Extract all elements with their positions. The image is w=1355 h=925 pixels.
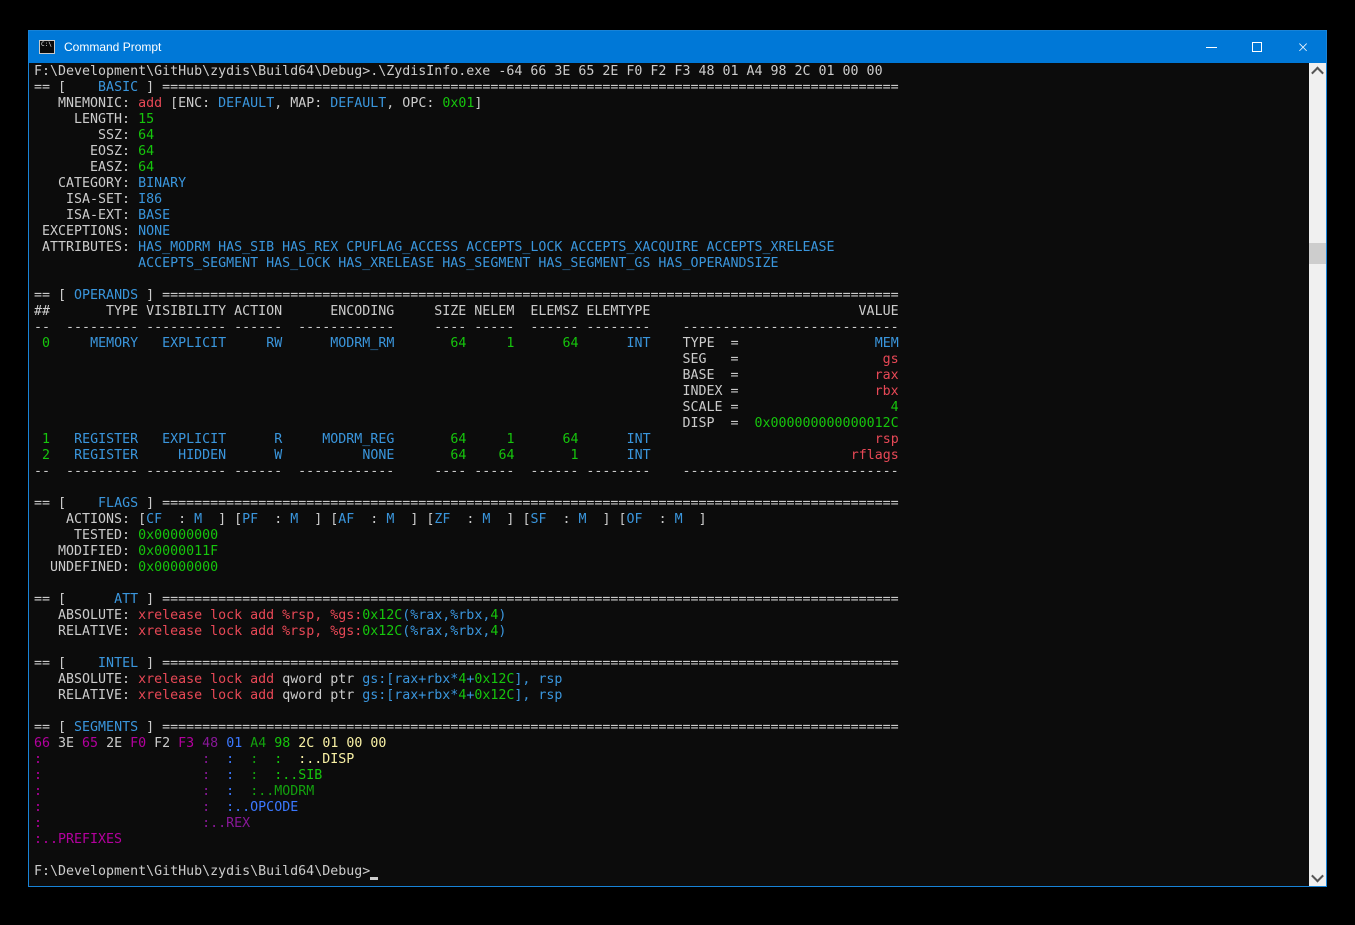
console-lines: F:\Development\GitHub\zydis\Build64\Debu… <box>34 64 1306 880</box>
maximize-button[interactable] <box>1234 31 1280 63</box>
console-line: 0 MEMORY EXPLICIT RW MODRM_RM 64 1 64 IN… <box>34 336 1306 352</box>
console-line <box>34 640 1306 656</box>
cmd-icon <box>39 40 55 54</box>
scroll-down-button[interactable] <box>1309 869 1326 886</box>
chevron-down-icon <box>1311 870 1324 883</box>
console-line: SCALE = 4 <box>34 400 1306 416</box>
command-prompt-window: Command Prompt × F:\Development\GitHub\z… <box>28 30 1327 887</box>
console-line: ISA-SET: I86 <box>34 192 1306 208</box>
console-line: -- --------- ---------- ------ ---------… <box>34 320 1306 336</box>
scroll-thumb[interactable] <box>1309 243 1326 264</box>
console-line: :..PREFIXES <box>34 832 1306 848</box>
console-line: : : : : :..SIB <box>34 768 1306 784</box>
console-line: ABSOLUTE: xrelease lock add qword ptr gs… <box>34 672 1306 688</box>
console-line: ## TYPE VISIBILITY ACTION ENCODING SIZE … <box>34 304 1306 320</box>
console-line: MODIFIED: 0x0000011F <box>34 544 1306 560</box>
text-cursor <box>370 867 378 880</box>
title-bar[interactable]: Command Prompt × <box>29 31 1326 63</box>
console-line: EASZ: 64 <box>34 160 1306 176</box>
close-icon: × <box>1297 40 1310 55</box>
console-line: INDEX = rbx <box>34 384 1306 400</box>
console-line: : :..REX <box>34 816 1306 832</box>
console-line: : : :..OPCODE <box>34 800 1306 816</box>
console-line: TESTED: 0x00000000 <box>34 528 1306 544</box>
console-line: ACTIONS: [CF : M ] [PF : M ] [AF : M ] [… <box>34 512 1306 528</box>
console-line <box>34 848 1306 864</box>
window-title: Command Prompt <box>64 40 1188 54</box>
minimize-button[interactable] <box>1188 31 1234 63</box>
console-line: ISA-EXT: BASE <box>34 208 1306 224</box>
console-line: == [ BASIC ] ===========================… <box>34 80 1306 96</box>
console-line: 2 REGISTER HIDDEN W NONE 64 64 1 INT rfl… <box>34 448 1306 464</box>
console-line: ATTRIBUTES: HAS_MODRM HAS_SIB HAS_REX CP… <box>34 240 1306 256</box>
console-line: -- --------- ---------- ------ ---------… <box>34 464 1306 480</box>
console-line: BASE = rax <box>34 368 1306 384</box>
console-line: DISP = 0x000000000000012C <box>34 416 1306 432</box>
console-line: == [ ATT ] =============================… <box>34 592 1306 608</box>
console-line: F:\Development\GitHub\zydis\Build64\Debu… <box>34 864 1306 880</box>
console-line: SSZ: 64 <box>34 128 1306 144</box>
console-line <box>34 704 1306 720</box>
console-line: CATEGORY: BINARY <box>34 176 1306 192</box>
console-line: EOSZ: 64 <box>34 144 1306 160</box>
console-line: == [ FLAGS ] ===========================… <box>34 496 1306 512</box>
console-line: ABSOLUTE: xrelease lock add %rsp, %gs:0x… <box>34 608 1306 624</box>
console-line: 66 3E 65 2E F0 F2 F3 48 01 A4 98 2C 01 0… <box>34 736 1306 752</box>
console-line: == [ OPERANDS ] ========================… <box>34 288 1306 304</box>
console-line <box>34 480 1306 496</box>
console-line: : : : :..MODRM <box>34 784 1306 800</box>
console-line: MNEMONIC: add [ENC: DEFAULT, MAP: DEFAUL… <box>34 96 1306 112</box>
console-line: ACCEPTS_SEGMENT HAS_LOCK HAS_XRELEASE HA… <box>34 256 1306 272</box>
close-button[interactable]: × <box>1280 31 1326 63</box>
console-line <box>34 576 1306 592</box>
maximize-icon <box>1252 42 1262 52</box>
console-line: == [ SEGMENTS ] ========================… <box>34 720 1306 736</box>
minimize-icon <box>1206 47 1217 48</box>
console-line: F:\Development\GitHub\zydis\Build64\Debu… <box>34 64 1306 80</box>
console-line: == [ INTEL ] ===========================… <box>34 656 1306 672</box>
console-line: RELATIVE: xrelease lock add qword ptr gs… <box>34 688 1306 704</box>
console-line: UNDEFINED: 0x00000000 <box>34 560 1306 576</box>
console-line: SEG = gs <box>34 352 1306 368</box>
console-line: RELATIVE: xrelease lock add %rsp, %gs:0x… <box>34 624 1306 640</box>
console-line <box>34 272 1306 288</box>
scroll-up-button[interactable] <box>1309 63 1326 80</box>
console-line: : : : : : :..DISP <box>34 752 1306 768</box>
console-line: LENGTH: 15 <box>34 112 1306 128</box>
console-line: 1 REGISTER EXPLICIT R MODRM_REG 64 1 64 … <box>34 432 1306 448</box>
chevron-up-icon <box>1311 67 1324 80</box>
console-output[interactable]: F:\Development\GitHub\zydis\Build64\Debu… <box>29 63 1326 886</box>
scrollbar[interactable] <box>1309 63 1326 886</box>
console-line: EXCEPTIONS: NONE <box>34 224 1306 240</box>
